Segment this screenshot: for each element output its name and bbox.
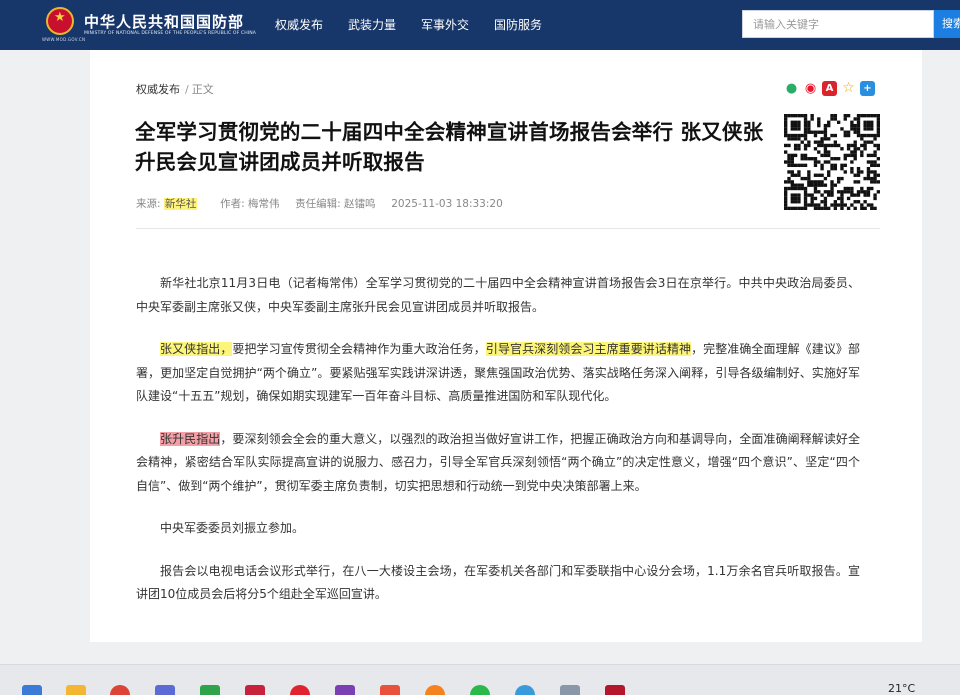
pdf-icon[interactable]: A: [822, 81, 837, 96]
app-icon[interactable]: [380, 685, 400, 695]
author-label: 作者:: [220, 198, 245, 210]
publish-datetime: 2025-11-03 18:33:20: [391, 198, 503, 210]
site-domain: WWW.MOD.GOV.CN: [42, 37, 86, 42]
wechat-icon[interactable]: [470, 685, 490, 695]
nav-item-military-diplomacy[interactable]: 军事外交: [421, 0, 469, 50]
site-title: 中华人民共和国国防部: [84, 13, 245, 31]
windows-start-icon[interactable]: [22, 685, 42, 695]
paragraph-3-text: ，要深刻领会全会的重大意义，以强烈的政治担当做好宣讲工作，把握正确政治方向和基调…: [136, 431, 860, 493]
folder-icon[interactable]: [560, 685, 580, 695]
nav-item-defense-services[interactable]: 国防服务: [494, 0, 542, 50]
search-button[interactable]: 搜索: [934, 10, 960, 38]
highlight-zhang-youxia: 张又侠指出，: [160, 342, 233, 356]
paragraph-1: 新华社北京11月3日电（记者梅常伟）全军学习贯彻党的二十届四中全会精神宣讲首场报…: [136, 276, 860, 314]
search-input[interactable]: [742, 10, 934, 38]
article-meta: 来源: 新华社 作者: 梅常伟 责任编辑: 赵镭鸣 2025-11-03 18:…: [136, 196, 503, 211]
paragraph-5: 报告会以电视电话会议形式举行，在八一大楼设主会场，在军委机关各部门和军委联指中心…: [136, 563, 860, 602]
divider: [136, 228, 880, 229]
paragraph-4: 中央军委委员刘振立参加。: [160, 521, 305, 535]
main-nav: 权威发布 武装力量 军事外交 国防服务: [275, 0, 567, 50]
share-toolbar: ● ◉ A ☆ +: [784, 81, 879, 97]
breadcrumb-parent-link[interactable]: 权威发布: [136, 83, 180, 96]
favorite-star-icon[interactable]: ☆: [841, 81, 856, 96]
firefox-icon[interactable]: [425, 685, 445, 695]
app-icon[interactable]: [515, 685, 535, 695]
article-title: 全军学习贯彻党的二十届四中全会精神宣讲首场报告会举行 张又侠张升民会见宣讲团成员…: [135, 120, 764, 174]
wechat-icon[interactable]: ●: [784, 81, 799, 96]
nav-item-armed-forces[interactable]: 武装力量: [348, 0, 396, 50]
opera-icon[interactable]: [290, 685, 310, 695]
nav-item-authoritative-release[interactable]: 权威发布: [275, 0, 323, 50]
paragraph-3: 张升民指出，要深刻领会全会的重大意义，以强烈的政治担当做好宣讲工作，把握正确政治…: [136, 428, 860, 499]
site-logo[interactable]: ★ WWW.MOD.GOV.CN 中华人民共和国国防部 MINISTRY OF …: [42, 7, 262, 43]
national-emblem-icon: ★: [46, 7, 74, 35]
author-value: 梅常伟: [247, 198, 280, 210]
editor-value: 赵镭鸣: [344, 198, 376, 210]
add-icon[interactable]: +: [860, 81, 875, 96]
app-icon[interactable]: [200, 685, 220, 695]
chrome-icon[interactable]: [110, 685, 130, 695]
breadcrumb-separator: /: [185, 83, 189, 96]
onenote-icon[interactable]: [335, 685, 355, 695]
source-value: 新华社: [163, 198, 198, 210]
top-navbar: ★ WWW.MOD.GOV.CN 中华人民共和国国防部 MINISTRY OF …: [0, 0, 960, 50]
weibo-icon[interactable]: ◉: [803, 81, 818, 96]
highlight-guide-officers: 引导官兵深刻领会习主席重要讲话精神: [485, 342, 692, 356]
qr-code: [784, 114, 880, 210]
paragraph-2: 张又侠指出，要把学习宣传贯彻全会精神作为重大政治任务，引导官兵深刻领会习主席重要…: [136, 338, 860, 409]
editor-label: 责任编辑:: [295, 198, 341, 210]
app-icon[interactable]: [245, 685, 265, 695]
site-subtitle: MINISTRY OF NATIONAL DEFENSE OF THE PEOP…: [84, 31, 256, 36]
article-body: 新华社北京11月3日电（记者梅常伟）全军学习贯彻党的二十届四中全会精神宣讲首场报…: [136, 272, 860, 626]
highlight-zhang-shengmin: 张升民指出: [160, 431, 221, 446]
taskbar: 21°C: [0, 664, 960, 695]
app-icon[interactable]: [605, 685, 625, 695]
breadcrumb-current: 正文: [191, 83, 214, 96]
weather-temperature: 21°C: [888, 682, 916, 695]
article-card: 权威发布 / 正文 ● ◉ A ☆ + 全军学习贯彻党的二十届四中全会精神宣讲首场报…: [90, 50, 922, 642]
paragraph-2-text: 要把学习宣传贯彻全会精神作为重大政治任务，: [232, 342, 486, 356]
breadcrumb: 权威发布 / 正文: [136, 81, 214, 97]
file-explorer-icon[interactable]: [66, 685, 86, 695]
source-label: 来源:: [136, 198, 161, 210]
app-icon[interactable]: [155, 685, 175, 695]
